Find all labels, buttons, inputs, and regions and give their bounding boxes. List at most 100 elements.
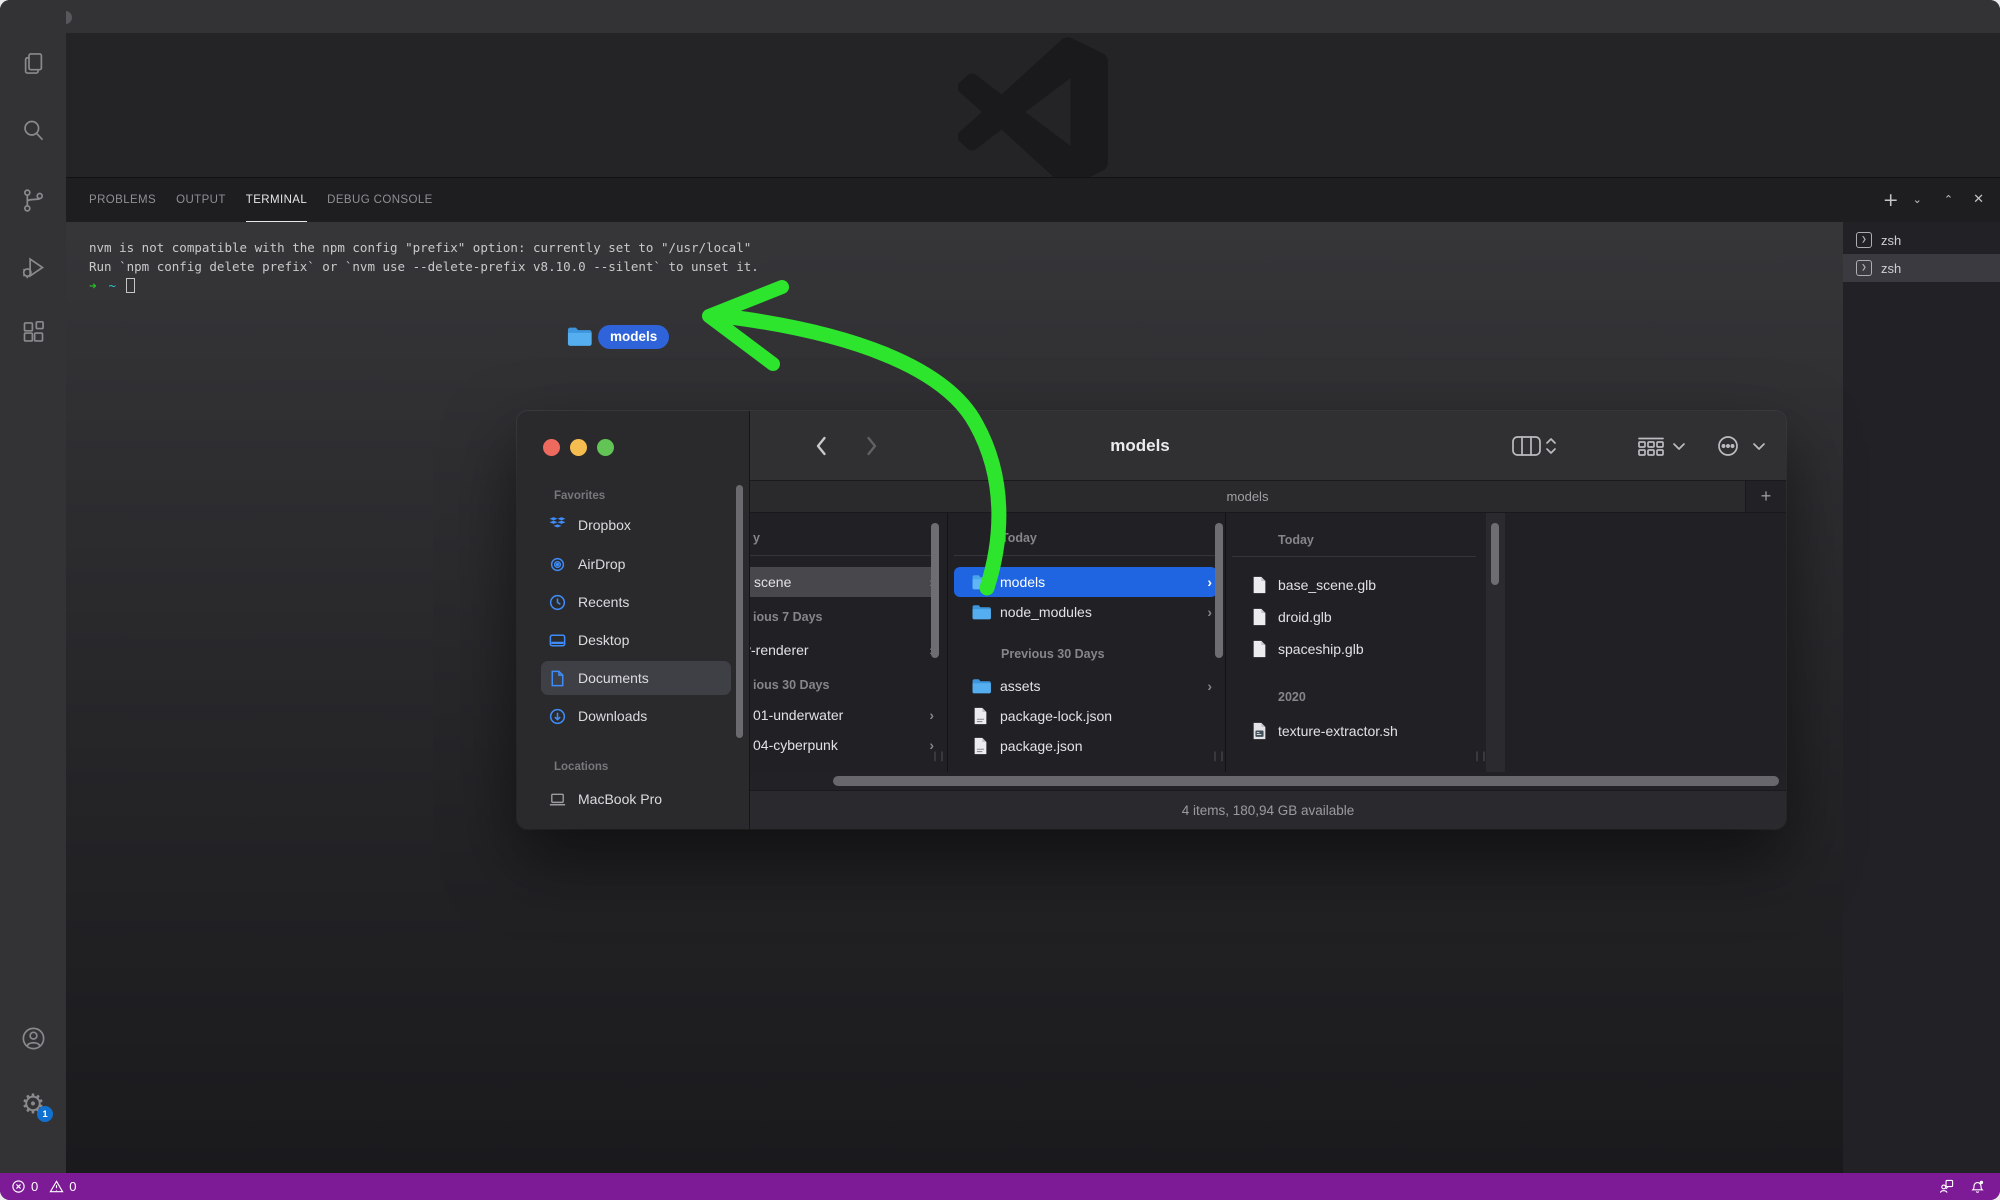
tab-problems[interactable]: PROBLEMS	[89, 178, 156, 222]
folder-icon	[971, 574, 992, 591]
sidebar-item-label: Recents	[578, 594, 629, 610]
finder-main: models	[750, 411, 1786, 829]
explorer-icon[interactable]	[19, 49, 47, 77]
document-icon	[548, 669, 567, 688]
finder-close-icon[interactable]	[543, 439, 560, 456]
column-resize-grip[interactable]: ||	[932, 751, 946, 762]
terminal-list-label: zsh	[1881, 261, 1901, 276]
sidebar-item-dropbox[interactable]: Dropbox	[541, 508, 731, 542]
folder-row-renderer[interactable]: y-renderer ›	[750, 635, 947, 665]
column-header: Today	[1278, 530, 1314, 550]
finder-column-3: Today base_scene.glb droid.glb	[1226, 513, 1486, 772]
column-scrollbar[interactable]	[931, 523, 939, 658]
back-icon[interactable]	[808, 433, 834, 459]
vscode-logo-watermark-icon	[958, 37, 1108, 177]
file-row-texture-extractor[interactable]: texture-extractor.sh	[1226, 716, 1486, 746]
laptop-icon	[548, 790, 567, 809]
new-tab-button[interactable]: +	[1745, 481, 1786, 512]
folder-row-cyberpunk[interactable]: 04-cyberpunk ›	[750, 730, 947, 760]
file-row-package-json[interactable]: package.json	[948, 731, 1225, 761]
forward-icon[interactable]	[858, 433, 884, 459]
prompt-arrow: ➜	[89, 278, 97, 293]
column-header: ious 7 Days	[753, 607, 822, 627]
folder-icon	[971, 678, 992, 695]
prompt-cwd: ~	[109, 278, 117, 293]
search-icon[interactable]	[19, 116, 47, 144]
finder-tab-models[interactable]: models	[750, 481, 1745, 512]
editor-area	[66, 33, 2000, 177]
problems-status[interactable]: 0 0	[0, 1179, 76, 1194]
sidebar-scrollbar[interactable]	[736, 485, 743, 738]
terminal-output: nvm is not compatible with the npm confi…	[66, 222, 1843, 276]
file-row-base-scene[interactable]: base_scene.glb	[1226, 570, 1486, 600]
terminal-picker-chevron-icon[interactable]: ⌄	[1913, 192, 1922, 208]
group-by-icon[interactable]	[1636, 433, 1686, 459]
file-row-spaceship[interactable]: spaceship.glb	[1226, 634, 1486, 664]
terminal-list-item-selected[interactable]: ❯ zsh	[1843, 254, 2000, 282]
folder-row-underwater[interactable]: 01-underwater ›	[750, 700, 947, 730]
screenshot-root: ⚙ 1 PROBLEMS OUTPUT TERMINAL DEBUG CONSO…	[0, 0, 2000, 1200]
column-resize-grip[interactable]: ||	[1212, 751, 1225, 762]
vscode-titlebar[interactable]	[0, 0, 2000, 33]
horizontal-scrollbar[interactable]	[833, 776, 1779, 786]
tab-debug-console[interactable]: DEBUG CONSOLE	[327, 178, 433, 222]
folder-row-node-modules[interactable]: node_modules ›	[948, 597, 1225, 627]
finder-column-2: Today models › node_modul	[948, 513, 1225, 772]
folder-row-scene[interactable]: scene ›	[750, 567, 947, 597]
warnings-icon	[49, 1179, 64, 1194]
downloads-icon	[548, 707, 567, 726]
tab-terminal[interactable]: TERMINAL	[246, 178, 307, 222]
terminal-list-item[interactable]: ❯ zsh	[1843, 226, 2000, 254]
column-resize-grip[interactable]: ||	[1474, 751, 1486, 762]
sidebar-item-downloads[interactable]: Downloads	[541, 699, 731, 733]
sidebar-item-label: Desktop	[578, 632, 629, 648]
row-label: base_scene.glb	[1278, 577, 1376, 593]
column-view-icon[interactable]	[1512, 433, 1558, 459]
finder-zoom-icon[interactable]	[597, 439, 614, 456]
sidebar-item-macbook-pro[interactable]: MacBook Pro	[541, 782, 731, 816]
maximize-panel-icon[interactable]: ⌃	[1944, 192, 1953, 208]
column-header: y	[753, 528, 760, 548]
sidebar-item-label: Downloads	[578, 708, 647, 724]
column-header: ious 30 Days	[753, 675, 829, 695]
finder-status-text: 4 items, 180,94 GB available	[1182, 803, 1355, 818]
notifications-bell-icon[interactable]	[1970, 1179, 1985, 1194]
column-scrollbar[interactable]	[1215, 523, 1223, 658]
sidebar-item-documents[interactable]: Documents	[541, 661, 731, 695]
row-label: texture-extractor.sh	[1278, 723, 1398, 739]
source-control-icon[interactable]	[19, 186, 47, 214]
extensions-icon[interactable]	[19, 318, 47, 346]
sidebar-item-recents[interactable]: Recents	[541, 585, 731, 619]
drag-ghost-label: models	[598, 325, 669, 349]
sidebar-item-desktop[interactable]: Desktop	[541, 623, 731, 657]
file-row-droid[interactable]: droid.glb	[1226, 602, 1486, 632]
row-label: assets	[1000, 678, 1040, 694]
folder-row-assets[interactable]: assets ›	[948, 671, 1225, 701]
terminal-list-label: zsh	[1881, 233, 1901, 248]
row-label: package-lock.json	[1000, 708, 1112, 724]
feedback-icon[interactable]	[1939, 1179, 1954, 1194]
drag-ghost[interactable]: models	[566, 325, 669, 349]
panel-tab-strip: PROBLEMS OUTPUT TERMINAL DEBUG CONSOLE	[66, 177, 2000, 222]
column-header: 2020	[1278, 687, 1306, 707]
column-scrollbar[interactable]	[1491, 523, 1499, 585]
sidebar-item-airdrop[interactable]: AirDrop	[541, 547, 731, 581]
run-and-debug-icon[interactable]	[19, 253, 47, 281]
finder-minimize-icon[interactable]	[570, 439, 587, 456]
more-actions-icon[interactable]	[1716, 433, 1766, 459]
file-icon	[1252, 576, 1267, 594]
folder-row-models-selected[interactable]: models ›	[948, 567, 1225, 597]
chevron-right-icon: ›	[1207, 678, 1212, 694]
sidebar-item-label: Documents	[578, 670, 649, 686]
row-label: 01-underwater	[753, 707, 843, 723]
file-row-package-lock[interactable]: package-lock.json	[948, 701, 1225, 731]
settings-badge: 1	[37, 1106, 53, 1122]
close-panel-icon[interactable]: ✕	[1973, 192, 1984, 208]
new-terminal-icon[interactable]: +	[1883, 192, 1899, 208]
settings-gear-icon[interactable]: ⚙ 1	[19, 1090, 47, 1118]
row-label: droid.glb	[1278, 609, 1332, 625]
errors-icon	[11, 1179, 26, 1194]
accounts-icon[interactable]	[19, 1024, 47, 1052]
finder-column-4-empty	[1505, 513, 1786, 772]
tab-output[interactable]: OUTPUT	[176, 178, 226, 222]
